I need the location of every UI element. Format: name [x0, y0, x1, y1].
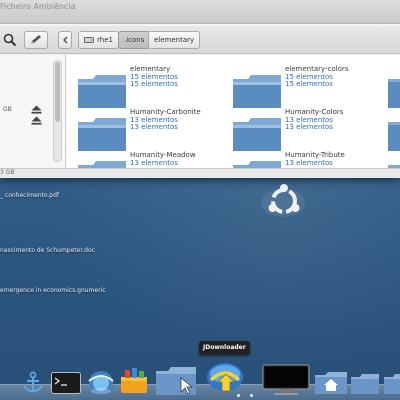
desktop-file[interactable]: nascimento de Schumpeter.doc: [0, 247, 95, 254]
breadcrumb-label: elementary: [154, 36, 195, 44]
sidebar: GB: [0, 55, 66, 168]
folder-icon[interactable]: [383, 373, 400, 395]
folder-icon[interactable]: [387, 116, 400, 152]
breadcrumb-item[interactable]: rhe1: [78, 31, 119, 49]
eject-icon[interactable]: [31, 116, 42, 125]
folder-item[interactable]: Humanity-Carbonite 13 elementos 13 eleme…: [67, 108, 217, 151]
search-icon: [3, 33, 17, 47]
desktop-file[interactable]: _ conhecimento.pdf: [0, 192, 59, 199]
browser-icon[interactable]: [86, 369, 116, 397]
edit-location-button[interactable]: [24, 31, 48, 49]
file-manager-window: Ficheiro Ambiência rhe1 .icons elementar…: [0, 0, 400, 178]
dock-tooltip: JDownloader: [199, 341, 250, 355]
terminal-icon[interactable]: [51, 372, 81, 394]
window-title: Ficheiro Ambiência: [0, 2, 76, 11]
folder-name: Humanity-Colors: [285, 108, 344, 116]
folder-name: Humanity-Meadow: [130, 151, 196, 159]
folder-icon[interactable]: [350, 373, 380, 395]
pencil-icon: [31, 35, 41, 44]
breadcrumb-label: rhe1: [97, 36, 113, 44]
folder-name: Humanity-Tribute: [285, 151, 345, 159]
folder-count: 13 elementos: [130, 123, 178, 131]
package-manager-icon[interactable]: [119, 367, 149, 395]
scrollbar-thumb[interactable]: [55, 62, 60, 122]
folder-icon: [233, 161, 281, 168]
folder-icon[interactable]: [387, 73, 400, 109]
window-titlebar[interactable]: Ficheiro Ambiência: [0, 0, 400, 24]
folder-name: elementary-colors: [285, 65, 349, 73]
folder-icon: [233, 118, 281, 151]
chevron-left-icon: [63, 36, 68, 44]
eject-icon[interactable]: [31, 105, 42, 114]
folder-item[interactable]: Humanity-Tribute 13 elementos: [222, 151, 372, 168]
anchor-icon[interactable]: [20, 371, 46, 395]
ubuntu-logo-icon: [261, 184, 305, 217]
folder-count: 13 elementos: [130, 159, 178, 167]
folder-icon: [233, 75, 281, 108]
search-button[interactable]: [0, 31, 20, 49]
folder-icon: [78, 161, 126, 168]
monitor-icon[interactable]: [262, 364, 310, 396]
folder-name: Humanity-Carbonite: [130, 108, 201, 116]
folder-icon[interactable]: [155, 366, 197, 396]
folder-count: 15 elementos: [285, 80, 333, 88]
running-indicator: [250, 394, 253, 397]
folder-count: 13 elementos: [285, 123, 333, 131]
toolbar: rhe1 .icons elementary: [0, 26, 400, 54]
folder-item[interactable]: Humanity-Colors 13 elementos 13 elemento…: [222, 108, 372, 151]
drive-icon: [84, 37, 94, 43]
folder-name: elementary: [130, 65, 171, 73]
running-indicator: [237, 394, 240, 397]
folder-icon[interactable]: [387, 159, 400, 168]
back-button[interactable]: [58, 31, 72, 49]
folder-icon: [78, 118, 126, 151]
desktop-file[interactable]: emergence in economics.gnumeric: [0, 287, 106, 294]
sidebar-scrollbar[interactable]: [53, 60, 62, 162]
folder-item[interactable]: Humanity-Meadow 13 elementos: [67, 151, 217, 168]
jdownloader-icon[interactable]: [204, 360, 246, 396]
breadcrumb-item[interactable]: elementary: [148, 31, 201, 49]
device-size: GB: [3, 106, 12, 113]
status-bar: 3 GB: [0, 168, 400, 178]
status-text: 3 GB: [0, 169, 15, 176]
home-folder-icon[interactable]: [314, 371, 348, 395]
folder-icon: [78, 75, 126, 108]
icon-view: elementary 15 elementos 15 elementos ele…: [67, 55, 400, 168]
folder-item[interactable]: elementary 15 elementos 15 elementos: [67, 65, 217, 108]
breadcrumb-label: .icons: [124, 36, 145, 44]
folder-count: 15 elementos: [130, 80, 178, 88]
breadcrumb-item[interactable]: .icons: [118, 31, 151, 49]
folder-item[interactable]: elementary-colors 15 elementos 15 elemen…: [222, 65, 372, 108]
folder-count: 13 elementos: [285, 159, 333, 167]
